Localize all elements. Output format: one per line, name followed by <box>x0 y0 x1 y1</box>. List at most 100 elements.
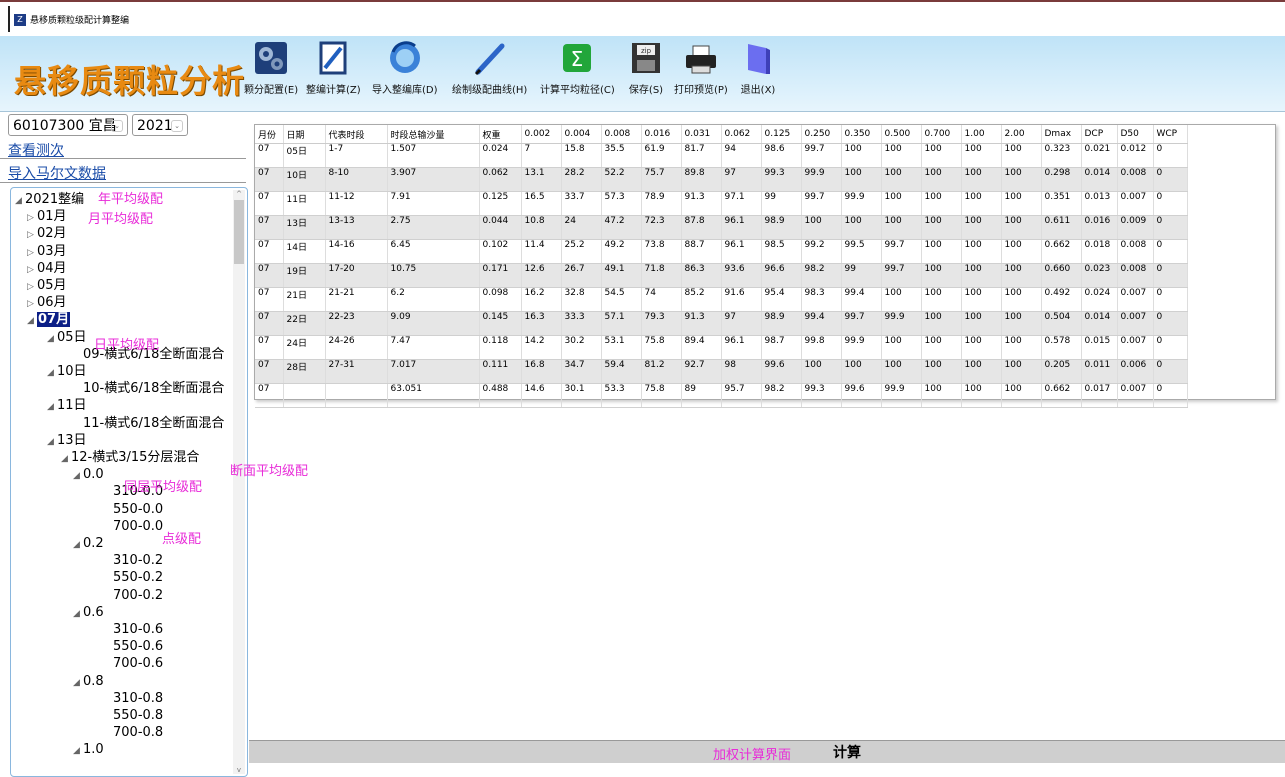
tree-node[interactable]: ◢ 0.8 <box>73 674 104 691</box>
table-cell[interactable]: 72.3 <box>641 215 682 240</box>
table-cell[interactable]: 07 <box>255 167 284 192</box>
table-cell[interactable]: 99.7 <box>801 191 842 216</box>
tree-node[interactable]: 550-0.8 <box>103 708 163 724</box>
table-cell[interactable]: 24 <box>561 215 602 240</box>
tree-node[interactable]: 700-0.2 <box>103 588 163 604</box>
table-cell[interactable]: 99.9 <box>801 167 842 192</box>
table-cell[interactable]: 91.3 <box>681 191 722 216</box>
table-cell[interactable]: 98.9 <box>761 215 802 240</box>
table-cell[interactable]: 100 <box>961 335 1002 360</box>
tree-node[interactable]: 550-0.6 <box>103 639 163 655</box>
table-cell[interactable]: 96.1 <box>721 335 762 360</box>
table-cell[interactable]: 21日 <box>283 287 326 312</box>
table-cell[interactable]: 100 <box>1001 287 1042 312</box>
table-cell[interactable]: 2.75 <box>387 215 480 240</box>
table-cell[interactable]: 0.098 <box>479 287 522 312</box>
table-cell[interactable]: 6.2 <box>387 287 480 312</box>
table-cell[interactable]: 13.1 <box>521 167 562 192</box>
tree-node[interactable]: 700-0.6 <box>103 656 163 672</box>
table-cell[interactable]: 0.011 <box>1081 359 1118 384</box>
table-cell[interactable]: 100 <box>1001 239 1042 264</box>
column-header[interactable]: 2.00 <box>1001 125 1042 144</box>
table-cell[interactable]: 97 <box>721 167 762 192</box>
table-cell[interactable]: 0 <box>1153 239 1188 264</box>
table-cell[interactable]: 28日 <box>283 359 326 384</box>
table-cell[interactable]: 100 <box>961 359 1002 384</box>
column-header[interactable]: 0.016 <box>641 125 682 144</box>
table-cell[interactable]: 100 <box>961 239 1002 264</box>
table-cell[interactable]: 0.009 <box>1117 215 1154 240</box>
column-header[interactable]: 0.250 <box>801 125 842 144</box>
table-row[interactable]: 07 24日 24-26 7.47 0.118 14.2 30.2 53.1 75.8 89.4 9… <box>255 335 1188 360</box>
tree-node[interactable]: ▷ 02月 <box>27 226 67 243</box>
table-cell[interactable]: 89 <box>681 383 722 408</box>
table-cell[interactable]: 0.145 <box>479 311 522 336</box>
table-cell[interactable]: 07 <box>255 335 284 360</box>
table-cell[interactable]: 99.2 <box>801 239 842 264</box>
table-cell[interactable]: 100 <box>921 263 962 288</box>
table-cell[interactable]: 07 <box>255 263 284 288</box>
table-cell[interactable]: 100 <box>881 191 922 216</box>
table-cell[interactable]: 100 <box>921 239 962 264</box>
expand-toggle-icon[interactable]: ◢ <box>47 365 57 381</box>
table-cell[interactable]: 30.1 <box>561 383 602 408</box>
column-header[interactable]: 月份 <box>255 125 284 144</box>
table-row[interactable]: 07 10日 8-10 3.907 0.062 13.1 28.2 52.2 75.7 89.8 9… <box>255 167 1188 192</box>
tree-node[interactable]: ▷ 06月 <box>27 295 67 312</box>
table-cell[interactable]: 99.3 <box>761 167 802 192</box>
table-cell[interactable]: 0.323 <box>1041 143 1082 168</box>
table-cell[interactable]: 14.2 <box>521 335 562 360</box>
table-cell[interactable]: 49.2 <box>601 239 642 264</box>
compile-button[interactable]: 整编计算(Z) <box>306 40 361 96</box>
table-cell[interactable]: 0.492 <box>1041 287 1082 312</box>
tree-node[interactable]: ◢ 12-横式3/15分层混合 <box>61 450 199 467</box>
table-cell[interactable]: 100 <box>841 167 882 192</box>
table-cell[interactable]: 100 <box>801 359 842 384</box>
table-cell[interactable]: 100 <box>881 167 922 192</box>
table-cell[interactable]: 0.062 <box>479 167 522 192</box>
table-cell[interactable]: 1.507 <box>387 143 480 168</box>
table-cell[interactable]: 0.351 <box>1041 191 1082 216</box>
table-cell[interactable]: 99.5 <box>841 239 882 264</box>
table-cell[interactable]: 11日 <box>283 191 326 216</box>
table-cell[interactable]: 98.3 <box>801 287 842 312</box>
table-cell[interactable]: 0 <box>1153 335 1188 360</box>
tree-node[interactable]: ▷ 01月 <box>27 209 67 226</box>
expand-toggle-icon[interactable]: ◢ <box>27 313 37 329</box>
table-cell[interactable]: 0.017 <box>1081 383 1118 408</box>
table-cell[interactable]: 1-7 <box>325 143 388 168</box>
expand-toggle-icon[interactable]: ◢ <box>73 537 83 553</box>
table-cell[interactable]: 99.7 <box>801 143 842 168</box>
tree-node[interactable]: 700-0.8 <box>103 725 163 741</box>
table-cell[interactable]: 07 <box>255 191 284 216</box>
table-cell[interactable]: 98.2 <box>801 263 842 288</box>
table-cell[interactable]: 6.45 <box>387 239 480 264</box>
column-header[interactable]: 代表时段 <box>325 125 388 144</box>
table-cell[interactable]: 100 <box>1001 167 1042 192</box>
expand-toggle-icon[interactable]: ◢ <box>73 606 83 622</box>
expand-toggle-icon[interactable]: ◢ <box>73 743 83 759</box>
expand-toggle-icon[interactable]: ▷ <box>27 296 37 312</box>
table-cell[interactable]: 34.7 <box>561 359 602 384</box>
table-cell[interactable]: 07 <box>255 383 284 408</box>
table-cell[interactable]: 16.8 <box>521 359 562 384</box>
tree-node[interactable]: ◢ 13日 <box>47 433 87 450</box>
column-header[interactable]: 0.008 <box>601 125 642 144</box>
tree-node[interactable]: 700-0.0 <box>103 519 163 535</box>
table-cell[interactable]: 94 <box>721 143 762 168</box>
table-cell[interactable]: 71.8 <box>641 263 682 288</box>
table-cell[interactable]: 99 <box>841 263 882 288</box>
table-cell[interactable]: 73.8 <box>641 239 682 264</box>
table-cell[interactable]: 100 <box>921 167 962 192</box>
table-cell[interactable]: 100 <box>1001 191 1042 216</box>
table-cell[interactable]: 0.007 <box>1117 335 1154 360</box>
table-cell[interactable] <box>283 383 326 408</box>
table-cell[interactable]: 100 <box>921 287 962 312</box>
table-row[interactable]: 07 28日 27-31 7.017 0.111 16.8 34.7 59.4 81.2 92.7… <box>255 359 1188 384</box>
table-cell[interactable]: 0.012 <box>1117 143 1154 168</box>
table-cell[interactable]: 9.09 <box>387 311 480 336</box>
view-measure-link[interactable]: 查看测次 <box>8 140 64 160</box>
table-cell[interactable]: 0.014 <box>1081 167 1118 192</box>
table-cell[interactable]: 99 <box>761 191 802 216</box>
table-cell[interactable]: 100 <box>881 215 922 240</box>
